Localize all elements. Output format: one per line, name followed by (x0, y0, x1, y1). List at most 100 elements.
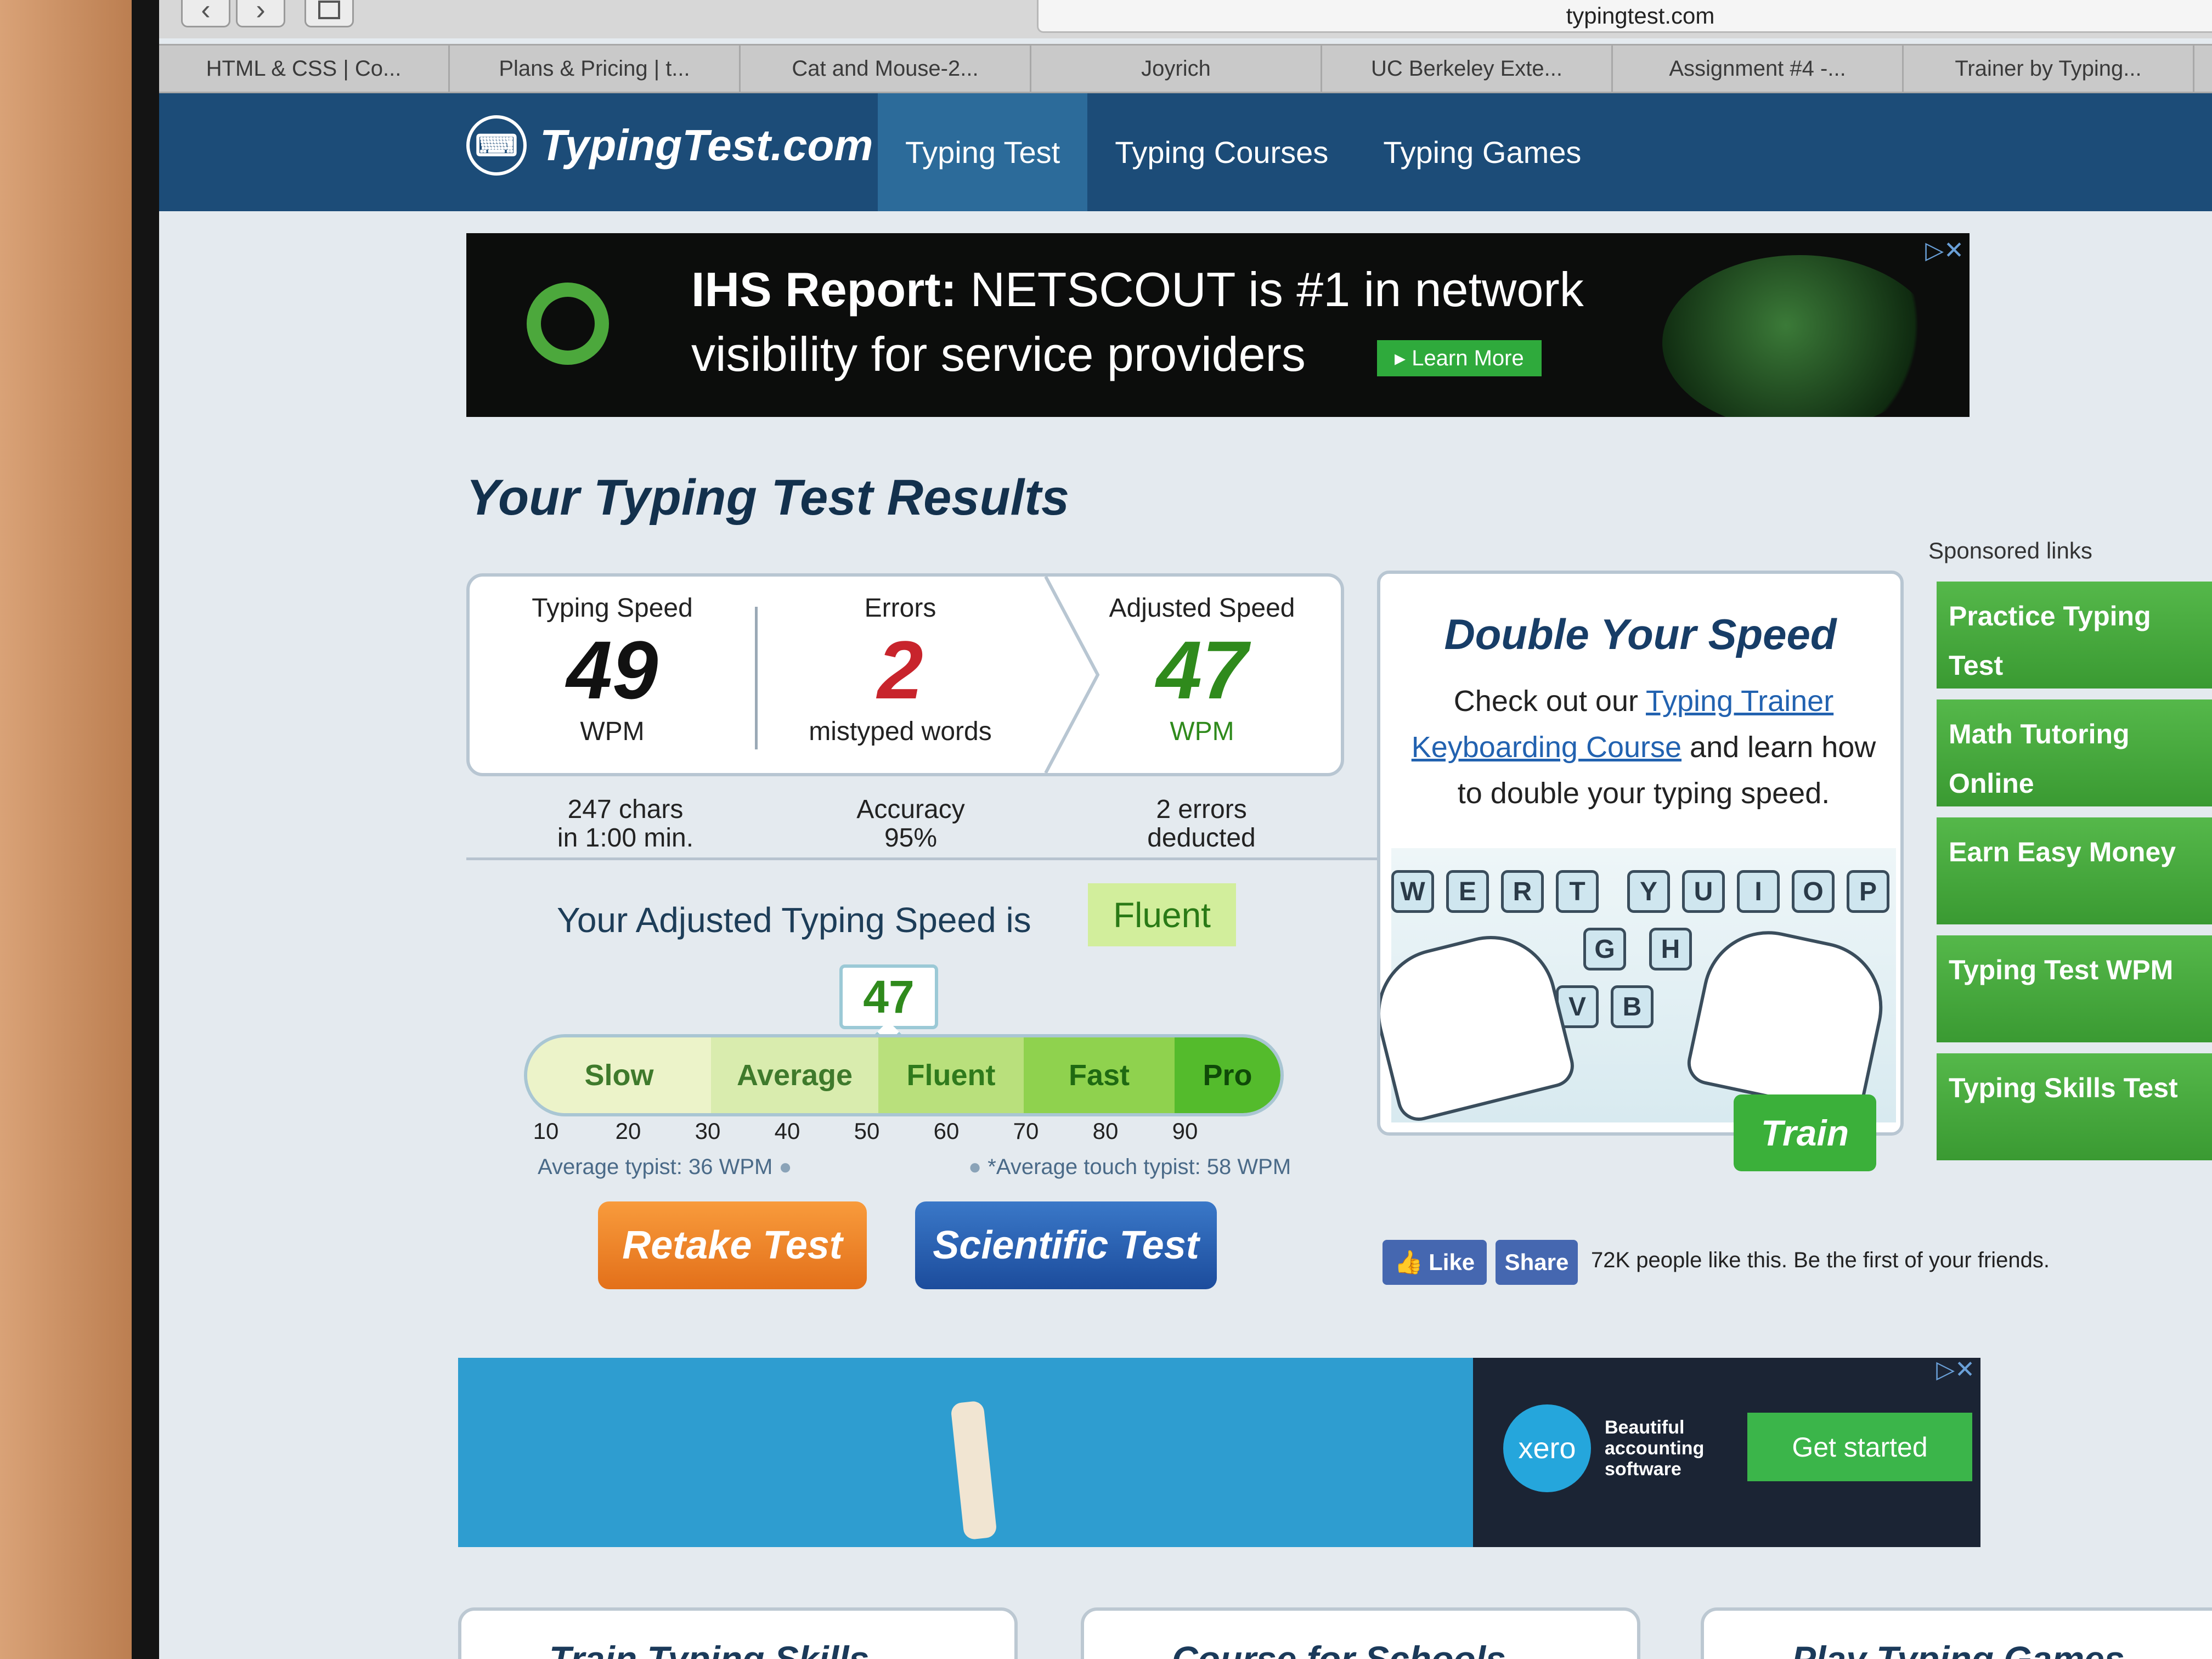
tick-label: 30 (695, 1118, 721, 1144)
sidebar-toggle-button[interactable] (304, 0, 354, 27)
sponsored-links-label: Sponsored links (1928, 538, 2092, 563)
adjusted-speed-block: Adjusted Speed 47 WPM (1062, 577, 1342, 773)
back-button[interactable]: ‹ (181, 0, 230, 27)
key-icon: O (1792, 870, 1835, 913)
double-speed-text: Check out our Typing Trainer Keyboarding… (1411, 685, 1876, 810)
get-started-button[interactable]: Get started (1747, 1413, 1972, 1481)
key-icon: U (1682, 870, 1725, 913)
speed-scale: Slow Average Fluent Fast Pro (524, 1034, 1284, 1116)
key-icon: T (1556, 870, 1599, 913)
tick-label: 10 (533, 1118, 559, 1144)
page-title: Your Typing Test Results (466, 470, 1070, 526)
netscout-logo-icon (527, 283, 609, 365)
tab-3[interactable]: Cat and Mouse-2... (741, 46, 1031, 92)
errors-deducted-stat: 2 errors deducted (1147, 795, 1256, 853)
sponsored-link[interactable]: Math Tutoring Online (1937, 699, 2212, 806)
sponsored-link[interactable]: Earn Easy Money (1937, 817, 2212, 924)
train-typing-skills-card[interactable]: Train Typing Skills (458, 1607, 1018, 1659)
typing-speed-value: 49 (566, 624, 658, 716)
course-for-schools-card[interactable]: Course for Schools (1081, 1607, 1640, 1659)
nav-typing-test[interactable]: Typing Test (878, 93, 1088, 211)
ad-close-icon[interactable]: ▷✕ (1936, 1358, 1975, 1384)
keyboard-logo-icon: ⌨ (466, 115, 527, 176)
adjusted-speed-value: 47 (1156, 624, 1248, 716)
phone-in-hand-icon (950, 1400, 997, 1541)
ad-image-area (458, 1358, 1473, 1547)
accuracy-stat: Accuracy 95% (856, 795, 965, 853)
facebook-share-button[interactable]: Share (1496, 1240, 1578, 1285)
tick-label: 40 (774, 1118, 800, 1144)
sponsored-link[interactable]: Typing Skills Test (1937, 1053, 2212, 1160)
scientific-test-button[interactable]: Scientific Test (915, 1201, 1217, 1289)
scale-seg-average: Average (711, 1037, 878, 1113)
site-header: ⌨ TypingTest.com Typing Test Typing Cour… (159, 93, 2212, 211)
site-logo[interactable]: ⌨ TypingTest.com (466, 115, 873, 176)
sponsored-link[interactable]: Practice Typing Test (1937, 582, 2212, 689)
errors-block: Errors 2 mistyped words (758, 577, 1043, 773)
ad-headline: IHS Report: NETSCOUT is #1 in network (691, 262, 1584, 317)
globe-image (1662, 255, 1937, 417)
scale-seg-pro: Pro (1175, 1037, 1280, 1113)
key-icon: P (1847, 870, 1889, 913)
play-typing-games-card[interactable]: Play Typing Games (1701, 1607, 2212, 1659)
key-icon: R (1501, 870, 1544, 913)
ad-subline: visibility for service providers (691, 327, 1306, 381)
key-icon: W (1391, 870, 1434, 913)
banner-ad-top[interactable]: IHS Report: NETSCOUT is #1 in network vi… (466, 233, 1970, 417)
retake-test-button[interactable]: Retake Test (598, 1201, 867, 1289)
chevron-right-icon: › (256, 0, 266, 26)
adjusted-speed-text: Your Adjusted Typing Speed is (557, 900, 1031, 940)
errors-label: Errors (864, 594, 936, 623)
tab-2[interactable]: Plans & Pricing | t... (450, 46, 741, 92)
ad-close-icon[interactable]: ▷✕ (1925, 236, 1964, 264)
tick-label: 80 (1092, 1118, 1119, 1144)
ad-cta-area: xero Beautiful accounting software Get s… (1473, 1358, 1980, 1547)
address-bar[interactable]: typingtest.com (1037, 0, 2212, 33)
keyboarding-course-link[interactable]: Keyboarding Course (1412, 731, 1681, 764)
key-icon: B (1611, 985, 1654, 1028)
tab-1[interactable]: HTML & CSS | Co... (159, 46, 450, 92)
nav-typing-games[interactable]: Typing Games (1356, 93, 1609, 211)
tab-4[interactable]: Joyrich (1031, 46, 1322, 92)
nav-typing-courses[interactable]: Typing Courses (1087, 93, 1356, 211)
average-touch-typist-note: ● *Average touch typist: 58 WPM (968, 1155, 1291, 1179)
key-icon: H (1649, 928, 1692, 970)
typing-speed-label: Typing Speed (532, 594, 693, 623)
scale-ticks: 10 20 30 40 50 60 70 80 90 (533, 1118, 1259, 1151)
browser-toolbar: ‹ › typingtest.com (159, 0, 2212, 38)
right-hand-icon (1683, 918, 1895, 1118)
chevron-left-icon: ‹ (201, 0, 211, 26)
tick-label: 50 (854, 1118, 880, 1144)
tab-6[interactable]: Assignment #4 -... (1613, 46, 1904, 92)
adjusted-speed-label: Adjusted Speed (1109, 594, 1295, 623)
tab-5[interactable]: UC Berkeley Exte... (1322, 46, 1613, 92)
bookmarks-bar: HTML & CSS | Co... Plans & Pricing | t..… (159, 44, 2212, 93)
errors-unit: mistyped words (809, 717, 992, 746)
train-button[interactable]: Train (1734, 1094, 1876, 1171)
screen: ‹ › typingtest.com HTML & CSS | Co... Pl… (159, 0, 2212, 1659)
typing-speed-unit: WPM (580, 717, 645, 746)
learn-more-button[interactable]: ▸ Learn More (1377, 340, 1542, 376)
sidebar-icon (318, 1, 340, 19)
bottom-cards: Train Typing Skills Course for Schools P… (159, 1607, 2212, 1659)
key-icon: G (1583, 928, 1626, 970)
desk-background (0, 0, 148, 1659)
speed-marker: 47 (839, 964, 938, 1029)
tick-label: 90 (1172, 1118, 1198, 1144)
sponsored-link[interactable]: Typing Test WPM (1937, 935, 2212, 1042)
tick-label: 70 (1013, 1118, 1039, 1144)
scale-seg-fluent: Fluent (878, 1037, 1024, 1113)
adjusted-speed-unit: WPM (1170, 717, 1234, 746)
xero-logo: xero (1503, 1404, 1591, 1492)
errors-value: 2 (877, 624, 923, 716)
key-icon: I (1737, 870, 1780, 913)
main-nav: Typing Test Typing Courses Typing Games (878, 93, 1609, 211)
typing-trainer-link[interactable]: Typing Trainer (1646, 685, 1833, 718)
chars-stat: 247 chars in 1:00 min. (557, 795, 694, 853)
facebook-like-button[interactable]: 👍 Like (1383, 1240, 1487, 1285)
forward-button[interactable]: › (236, 0, 285, 27)
banner-ad-bottom[interactable]: xero Beautiful accounting software Get s… (458, 1358, 1980, 1547)
tab-7[interactable]: Trainer by Typing... (1904, 46, 2194, 92)
divider-line (466, 857, 1377, 860)
xero-tagline: Beautiful accounting software (1605, 1417, 1705, 1480)
